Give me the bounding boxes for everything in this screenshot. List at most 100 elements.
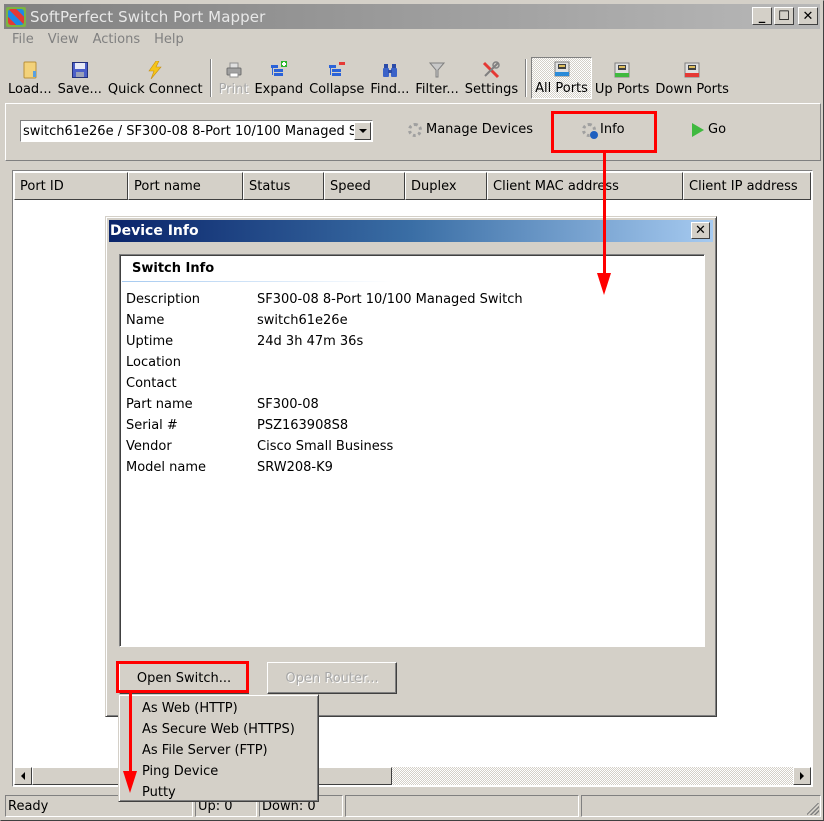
device-dropdown-value: switch61e26e / SF300-08 8-Port 10/100 Ma… [23, 123, 354, 139]
load-button[interactable]: Load... [5, 57, 55, 99]
column-port-id[interactable]: Port ID [14, 172, 128, 200]
scroll-right-button[interactable] [793, 767, 811, 785]
menu-item-http[interactable]: As Web (HTTP) [119, 698, 318, 719]
resize-grip[interactable] [807, 803, 819, 815]
save-label: Save... [57, 82, 102, 97]
maximize-button[interactable]: ☐ [774, 7, 794, 25]
section-title: Switch Info [132, 261, 215, 276]
down-ports-label: Down Ports [655, 82, 729, 97]
annotation-arrow-head [597, 273, 611, 295]
quick-connect-button[interactable]: Quick Connect [105, 57, 206, 99]
annotation-arrow-line [129, 693, 132, 771]
toolbar-separator [525, 59, 528, 97]
info-row-uptime: Uptime 24d 3h 47m 36s [126, 331, 523, 352]
open-router-button[interactable]: Open Router... [267, 662, 397, 694]
title-bar[interactable]: SoftPerfect Switch Port Mapper _ ☐ ✕ [4, 4, 820, 29]
column-port-name[interactable]: Port name [128, 172, 243, 200]
info-key: Name [126, 313, 165, 328]
info-row-name: Name switch61e26e [126, 310, 523, 331]
all-ports-button[interactable]: All Ports [531, 57, 592, 99]
manage-devices-button[interactable]: Manage Devices [408, 122, 533, 137]
go-button[interactable]: Go [692, 122, 726, 137]
filter-button[interactable]: Filter... [412, 57, 461, 99]
menu-actions[interactable]: Actions [86, 30, 148, 50]
down-ports-button[interactable]: Down Ports [652, 57, 732, 99]
info-key: Part name [126, 397, 193, 412]
annotation-arrow-head [123, 771, 137, 793]
play-icon [692, 122, 704, 137]
funnel-icon [428, 61, 446, 79]
all-ports-label: All Ports [535, 81, 588, 96]
dropdown-button[interactable] [354, 122, 371, 140]
settings-label: Settings [464, 82, 519, 97]
annotation-highlight-info [551, 111, 657, 153]
column-client-mac[interactable]: Client MAC address [487, 172, 683, 200]
arrow-left-icon [21, 772, 25, 780]
dialog-title: Device Info [110, 223, 199, 239]
tree-expand-icon [270, 61, 288, 79]
menu-item-putty[interactable]: Putty [119, 782, 318, 803]
info-row-contact: Contact [126, 373, 523, 394]
info-row-serial: Serial # PSZ163908S8 [126, 415, 523, 436]
collapse-label: Collapse [309, 82, 365, 97]
column-status[interactable]: Status [243, 172, 324, 200]
expand-label: Expand [254, 82, 304, 97]
tree-collapse-icon [328, 61, 346, 79]
toolbar: Load... Save... Quick Connect Print Expa… [5, 55, 732, 99]
collapse-button[interactable]: Collapse [306, 57, 367, 99]
quick-connect-label: Quick Connect [107, 82, 203, 97]
info-list: Description SF300-08 8-Port 10/100 Manage… [126, 289, 523, 478]
expand-button[interactable]: Expand [251, 57, 306, 99]
arrow-right-icon [800, 772, 804, 780]
tools-icon [482, 61, 501, 79]
filter-label: Filter... [415, 82, 459, 97]
menu-item-https[interactable]: As Secure Web (HTTPS) [119, 719, 318, 740]
port-blue-icon [553, 60, 571, 78]
find-button[interactable]: Find... [367, 57, 412, 99]
status-panel [581, 795, 821, 817]
folder-icon [21, 61, 39, 79]
print-button[interactable]: Print [216, 57, 252, 99]
info-key: Model name [126, 460, 207, 475]
column-duplex[interactable]: Duplex [405, 172, 487, 200]
section-divider [122, 281, 392, 282]
table-header: Port ID Port name Status Speed Duplex Cl… [14, 172, 811, 200]
settings-button[interactable]: Settings [462, 57, 521, 99]
up-ports-button[interactable]: Up Ports [592, 57, 652, 99]
menu-file[interactable]: File [5, 30, 41, 50]
floppy-disk-icon [71, 61, 89, 79]
menu-help[interactable]: Help [147, 30, 191, 50]
port-red-icon [683, 61, 701, 79]
info-value: SF300-08 [257, 397, 319, 412]
annotation-highlight-open-switch [116, 661, 249, 693]
info-row-model-name: Model name SRW208-K9 [126, 457, 523, 478]
info-key: Description [126, 292, 201, 307]
find-label: Find... [370, 82, 410, 97]
minimize-button[interactable]: _ [752, 7, 772, 25]
dialog-title-bar[interactable]: Device Info ✕ [109, 220, 713, 242]
menu-item-ping[interactable]: Ping Device [119, 761, 318, 782]
info-value: PSZ163908S8 [257, 418, 349, 433]
menu-view[interactable]: View [41, 30, 86, 50]
print-label: Print [218, 82, 249, 97]
load-label: Load... [8, 82, 52, 97]
column-speed[interactable]: Speed [324, 172, 405, 200]
scroll-left-button[interactable] [14, 767, 32, 785]
chevron-down-icon [358, 129, 367, 133]
port-green-icon [613, 61, 631, 79]
info-value: switch61e26e [257, 313, 348, 328]
device-selector-panel: switch61e26e / SF300-08 8-Port 10/100 Ma… [5, 103, 821, 161]
info-key: Contact [126, 376, 177, 391]
save-button[interactable]: Save... [55, 57, 105, 99]
menu-item-ftp[interactable]: As File Server (FTP) [119, 740, 318, 761]
info-key: Vendor [126, 439, 172, 454]
device-dropdown[interactable]: switch61e26e / SF300-08 8-Port 10/100 Ma… [20, 120, 373, 142]
window-title: SoftPerfect Switch Port Mapper [30, 7, 266, 26]
info-value: SRW208-K9 [257, 460, 333, 475]
info-key: Uptime [126, 334, 174, 349]
scroll-track[interactable] [392, 767, 793, 785]
column-client-ip[interactable]: Client IP address [683, 172, 811, 200]
up-ports-label: Up Ports [594, 82, 650, 97]
dialog-close-button[interactable]: ✕ [691, 222, 710, 239]
close-button[interactable]: ✕ [798, 7, 818, 25]
